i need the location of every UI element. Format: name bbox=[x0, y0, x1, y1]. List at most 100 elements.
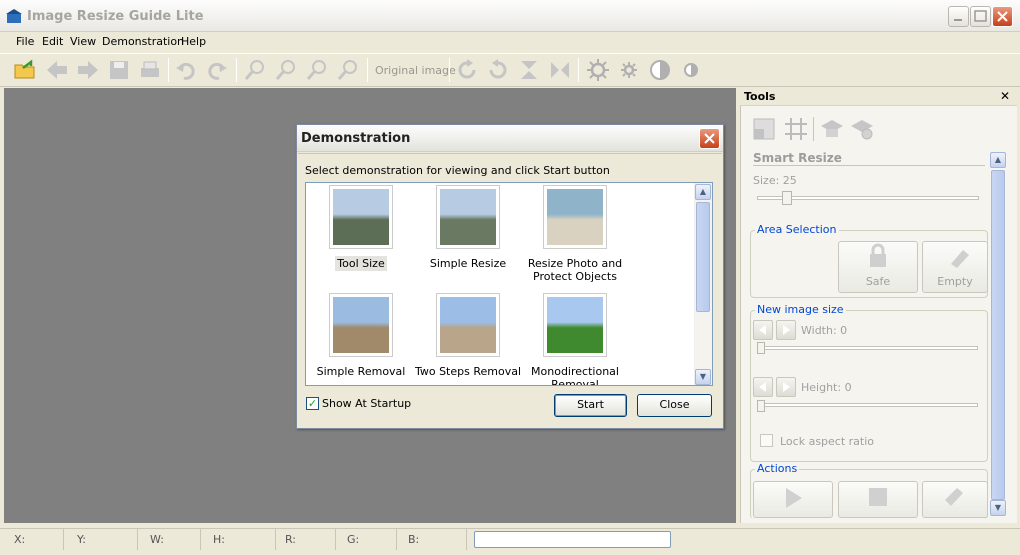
tools-scroll-down-button[interactable]: ▼ bbox=[990, 500, 1006, 516]
close-window-button[interactable] bbox=[992, 6, 1013, 27]
guide-cap-icon[interactable] bbox=[820, 117, 844, 144]
scroll-down-button[interactable]: ▼ bbox=[695, 369, 711, 385]
status-b: B: bbox=[408, 533, 420, 546]
height-slider-track[interactable] bbox=[760, 403, 978, 407]
guide-settings-icon[interactable] bbox=[850, 117, 874, 144]
show-at-startup-label: Show At Startup bbox=[322, 397, 412, 410]
status-y: Y: bbox=[77, 533, 86, 546]
close-icon bbox=[704, 133, 715, 144]
width-increase-button[interactable] bbox=[776, 320, 796, 340]
scroll-thumb[interactable] bbox=[696, 202, 710, 312]
height-label: Height: 0 bbox=[801, 381, 852, 394]
lock-icon bbox=[870, 243, 886, 267]
demo-thumbnail bbox=[543, 185, 607, 249]
demo-thumbnail bbox=[329, 185, 393, 249]
scroll-up-button[interactable]: ▲ bbox=[695, 184, 711, 200]
demo-label: Monodirectional Removal bbox=[531, 365, 619, 386]
minimize-button[interactable] bbox=[948, 6, 969, 27]
safe-label: Safe bbox=[865, 275, 891, 288]
demo-label: Simple Removal bbox=[316, 365, 406, 378]
menu-demonstration[interactable]: Demonstration bbox=[102, 35, 184, 48]
demo-label: Two Steps Removal bbox=[414, 365, 522, 378]
play-action-button[interactable] bbox=[753, 481, 833, 518]
status-progress-box bbox=[474, 531, 671, 548]
empty-label: Empty bbox=[937, 275, 973, 288]
flip-horizontal-icon[interactable] bbox=[548, 58, 572, 82]
tools-title: Tools bbox=[744, 90, 776, 103]
flip-vertical-icon[interactable] bbox=[517, 58, 541, 82]
demo-thumbnail bbox=[436, 293, 500, 357]
demo-item[interactable]: Two Steps Removal bbox=[413, 293, 523, 385]
smart-resize-heading: Smart Resize bbox=[753, 151, 842, 165]
print-icon[interactable] bbox=[138, 58, 162, 82]
smart-resize-tool-icon[interactable] bbox=[752, 117, 776, 144]
forward-arrow-icon[interactable] bbox=[76, 58, 100, 82]
menu-edit[interactable]: Edit bbox=[42, 35, 63, 48]
contrast-down-icon[interactable] bbox=[679, 58, 703, 82]
window-title: Image Resize Guide Lite bbox=[27, 9, 204, 24]
width-decrease-button[interactable] bbox=[753, 320, 773, 340]
status-h: H: bbox=[213, 533, 225, 546]
demo-label: Simple Resize bbox=[429, 257, 507, 270]
menu-help[interactable]: Help bbox=[181, 35, 206, 48]
area-selection-title: Area Selection bbox=[755, 223, 839, 236]
lock-aspect-label: Lock aspect ratio bbox=[780, 435, 875, 448]
clear-action-button[interactable] bbox=[922, 481, 988, 518]
original-image-button[interactable]: Original image bbox=[375, 64, 456, 77]
demo-item[interactable]: Tool Size bbox=[306, 185, 416, 285]
zoom-out-icon[interactable] bbox=[274, 58, 298, 82]
open-folder-icon[interactable] bbox=[13, 58, 37, 82]
dialog-close-button[interactable] bbox=[699, 128, 720, 149]
empty-button[interactable]: Empty bbox=[922, 241, 988, 293]
width-label: Width: 0 bbox=[801, 324, 848, 337]
size-slider-knob[interactable] bbox=[782, 191, 792, 205]
demo-item[interactable]: Simple Resize bbox=[413, 185, 523, 285]
actions-title: Actions bbox=[755, 462, 800, 475]
size-label: Size: 25 bbox=[753, 174, 797, 187]
zoom-fit-icon[interactable] bbox=[305, 58, 329, 82]
height-increase-button[interactable] bbox=[776, 377, 796, 397]
lock-aspect-checkbox[interactable] bbox=[760, 434, 773, 447]
contrast-up-icon[interactable] bbox=[648, 58, 672, 82]
width-slider-track[interactable] bbox=[760, 346, 978, 350]
height-slider-knob[interactable] bbox=[757, 400, 765, 412]
grid-tool-icon[interactable] bbox=[784, 117, 808, 144]
brightness-up-icon[interactable] bbox=[586, 58, 610, 82]
dialog-instruction: Select demonstration for viewing and cli… bbox=[305, 164, 610, 177]
save-icon[interactable] bbox=[107, 58, 131, 82]
tools-scroll-thumb[interactable] bbox=[991, 170, 1005, 500]
status-w: W: bbox=[150, 533, 164, 546]
start-button[interactable]: Start bbox=[554, 394, 627, 417]
tools-close-icon[interactable]: ✕ bbox=[1000, 89, 1010, 103]
status-r: R: bbox=[285, 533, 297, 546]
safe-button[interactable]: Safe bbox=[838, 241, 918, 293]
stop-action-button[interactable] bbox=[838, 481, 918, 518]
height-decrease-button[interactable] bbox=[753, 377, 773, 397]
show-at-startup-checkbox[interactable]: ✓ bbox=[306, 397, 319, 410]
zoom-in-icon[interactable] bbox=[243, 58, 267, 82]
demo-item[interactable]: Resize Photo and Protect Objects bbox=[520, 185, 630, 285]
demo-label: Resize Photo and Protect Objects bbox=[527, 257, 623, 283]
rotate-cw-icon[interactable] bbox=[455, 58, 479, 82]
demo-thumbnail bbox=[329, 293, 393, 357]
zoom-actual-icon[interactable] bbox=[336, 58, 360, 82]
brightness-down-icon[interactable] bbox=[617, 58, 641, 82]
menu-file[interactable]: File bbox=[16, 35, 34, 48]
undo-icon[interactable] bbox=[174, 58, 198, 82]
back-arrow-icon[interactable] bbox=[45, 58, 69, 82]
redo-icon[interactable] bbox=[205, 58, 229, 82]
close-button[interactable]: Close bbox=[637, 394, 712, 417]
rotate-ccw-icon[interactable] bbox=[486, 58, 510, 82]
demo-item[interactable]: Monodirectional Removal bbox=[520, 293, 630, 386]
eraser-icon bbox=[951, 250, 969, 268]
dialog-title: Demonstration bbox=[301, 131, 411, 146]
tools-scroll-up-button[interactable]: ▲ bbox=[990, 152, 1006, 168]
maximize-button[interactable] bbox=[970, 6, 991, 27]
demo-thumbnail bbox=[436, 185, 500, 249]
status-x: X: bbox=[14, 533, 26, 546]
menu-view[interactable]: View bbox=[70, 35, 96, 48]
demo-item[interactable]: Simple Removal bbox=[306, 293, 416, 385]
tools-header bbox=[740, 88, 1017, 106]
app-icon bbox=[6, 8, 22, 24]
width-slider-knob[interactable] bbox=[757, 342, 765, 354]
